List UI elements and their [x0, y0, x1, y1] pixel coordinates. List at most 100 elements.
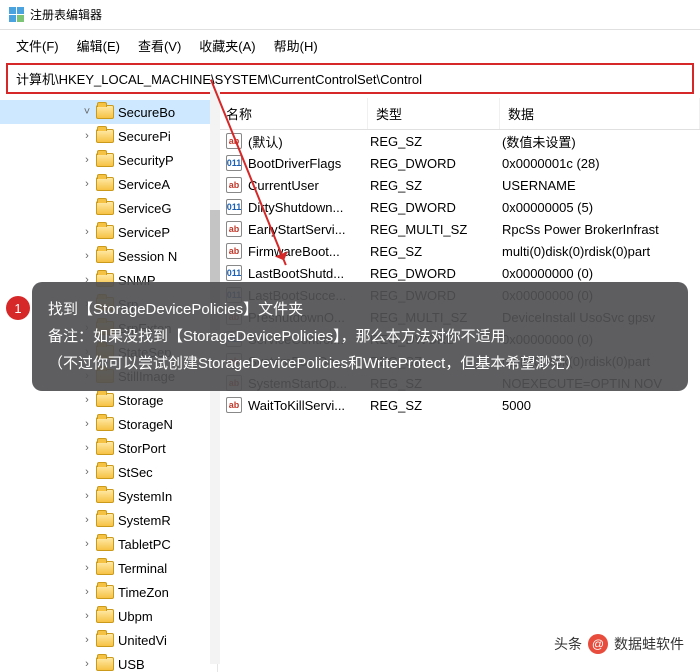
tree-item-ubpm[interactable]: ›Ubpm	[0, 604, 217, 628]
tree-item-securepi[interactable]: ›SecurePi	[0, 124, 217, 148]
chevron-right-icon[interactable]: ›	[80, 634, 94, 646]
folder-icon	[96, 465, 114, 479]
address-bar[interactable]: 计算机\HKEY_LOCAL_MACHINE\SYSTEM\CurrentCon…	[6, 63, 694, 94]
column-headers: 名称 类型 数据	[218, 98, 700, 130]
tree-item-serviceg[interactable]: ServiceG	[0, 196, 217, 220]
folder-icon	[96, 609, 114, 623]
value-row[interactable]: 011BootDriverFlagsREG_DWORD0x0000001c (2…	[218, 152, 700, 174]
tree-item-unitedvi[interactable]: › UnitedVi	[0, 628, 217, 652]
folder-icon	[96, 177, 114, 191]
value-data: 0x0000001c (28)	[502, 156, 700, 171]
annotation-line1: 找到【StorageDevicePolicies】文件夹	[48, 296, 672, 323]
folder-icon	[96, 537, 114, 551]
folder-icon	[96, 129, 114, 143]
chevron-right-icon[interactable]: ›	[80, 610, 94, 622]
app-icon	[8, 7, 24, 23]
folder-icon	[96, 201, 114, 215]
tree-item-timezon[interactable]: ›TimeZon	[0, 580, 217, 604]
tree-item-sessionn[interactable]: ›Session N	[0, 244, 217, 268]
column-type[interactable]: 类型	[368, 98, 500, 129]
chevron-right-icon[interactable]: ›	[80, 466, 94, 478]
tree-item-systemr[interactable]: › SystemR	[0, 508, 217, 532]
menu-help[interactable]: 帮助(H)	[266, 34, 326, 57]
tree-item-servicep[interactable]: ›ServiceP	[0, 220, 217, 244]
value-data: RpcSs Power BrokerInfrast	[502, 222, 700, 237]
string-value-icon: ab	[226, 177, 242, 193]
tree-label: Terminal	[118, 561, 167, 576]
folder-icon	[96, 513, 114, 527]
tree-item-servicea[interactable]: › ServiceA	[0, 172, 217, 196]
column-name[interactable]: 名称	[218, 98, 368, 129]
value-row[interactable]: abEarlyStartServi...REG_MULTI_SZRpcSs Po…	[218, 218, 700, 240]
tree-label: TabletPC	[118, 537, 171, 552]
tree-item-securityp[interactable]: ›SecurityP	[0, 148, 217, 172]
value-data: 0x00000005 (5)	[502, 200, 700, 215]
string-value-icon: ab	[226, 221, 242, 237]
tree-item-storagen[interactable]: › StorageN	[0, 412, 217, 436]
tree-label: StorageN	[118, 417, 173, 432]
folder-icon	[96, 489, 114, 503]
value-type: REG_DWORD	[370, 200, 502, 215]
chevron-right-icon[interactable]: ›	[80, 154, 94, 166]
chevron-right-icon[interactable]: ›	[80, 514, 94, 526]
chevron-right-icon[interactable]: ›	[80, 538, 94, 550]
menu-favorites[interactable]: 收藏夹(A)	[191, 34, 263, 57]
menu-view[interactable]: 查看(V)	[130, 34, 189, 57]
tree-item-terminal[interactable]: › Terminal	[0, 556, 217, 580]
value-row[interactable]: 011DirtyShutdown...REG_DWORD0x00000005 (…	[218, 196, 700, 218]
chevron-down-icon[interactable]: ˅	[80, 106, 94, 118]
tree-item-tabletpc[interactable]: › TabletPC	[0, 532, 217, 556]
tree-label: StorPort	[118, 441, 166, 456]
value-name: WaitToKillServi...	[248, 398, 370, 413]
value-data: USERNAME	[502, 178, 700, 193]
tree-label: SystemR	[118, 513, 171, 528]
value-name: BootDriverFlags	[248, 156, 370, 171]
value-type: REG_SZ	[370, 178, 502, 193]
folder-icon	[96, 585, 114, 599]
tree-item-storport[interactable]: › StorPort	[0, 436, 217, 460]
column-data[interactable]: 数据	[500, 98, 700, 129]
window-title: 注册表编辑器	[30, 6, 102, 23]
chevron-right-icon[interactable]: ›	[80, 586, 94, 598]
tree-label: UnitedVi	[118, 633, 167, 648]
chevron-right-icon[interactable]: ›	[80, 226, 94, 238]
folder-icon	[96, 393, 114, 407]
tree-item-stsec[interactable]: ›StSec	[0, 460, 217, 484]
menu-edit[interactable]: 编辑(E)	[69, 34, 128, 57]
annotation-line3: （不过你可以尝试创建StorageDevicePolicies和WritePro…	[48, 350, 672, 377]
value-row[interactable]: abCurrentUserREG_SZUSERNAME	[218, 174, 700, 196]
dword-value-icon: 011	[226, 265, 242, 281]
chevron-right-icon[interactable]: ›	[80, 442, 94, 454]
folder-icon	[96, 441, 114, 455]
dword-value-icon: 011	[226, 199, 242, 215]
value-type: REG_DWORD	[370, 266, 502, 281]
annotation-line2: 备注：如果没找到【StorageDevicePolicies】，那么本方法对你不…	[48, 323, 672, 350]
chevron-right-icon[interactable]: ›	[80, 490, 94, 502]
tree-item-storage[interactable]: ›Storage	[0, 388, 217, 412]
chevron-right-icon[interactable]: ›	[80, 250, 94, 262]
watermark-avatar-icon: @	[588, 634, 608, 654]
tree-item-usb[interactable]: ›USB	[0, 652, 217, 672]
tree-item-securebo[interactable]: ˅SecureBo	[0, 100, 217, 124]
chevron-right-icon[interactable]: ›	[80, 394, 94, 406]
value-row[interactable]: ab(默认)REG_SZ(数值未设置)	[218, 130, 700, 152]
value-row[interactable]: abWaitToKillServi...REG_SZ5000	[218, 394, 700, 416]
chevron-right-icon[interactable]: ›	[80, 178, 94, 190]
watermark-name: 数据蛙软件	[614, 634, 684, 654]
chevron-right-icon[interactable]: ›	[80, 130, 94, 142]
watermark-prefix: 头条	[554, 634, 582, 654]
folder-icon	[96, 561, 114, 575]
tree-label: ServiceG	[118, 201, 171, 216]
tree-item-systemin[interactable]: ›SystemIn	[0, 484, 217, 508]
tree-label: ServiceA	[118, 177, 170, 192]
folder-icon	[96, 105, 114, 119]
folder-icon	[96, 417, 114, 431]
folder-icon	[96, 153, 114, 167]
dword-value-icon: 011	[226, 155, 242, 171]
folder-icon	[96, 633, 114, 647]
value-name: EarlyStartServi...	[248, 222, 370, 237]
chevron-right-icon[interactable]: ›	[80, 562, 94, 574]
chevron-right-icon[interactable]: ›	[80, 658, 94, 670]
chevron-right-icon[interactable]: ›	[80, 418, 94, 430]
menu-file[interactable]: 文件(F)	[8, 34, 67, 57]
